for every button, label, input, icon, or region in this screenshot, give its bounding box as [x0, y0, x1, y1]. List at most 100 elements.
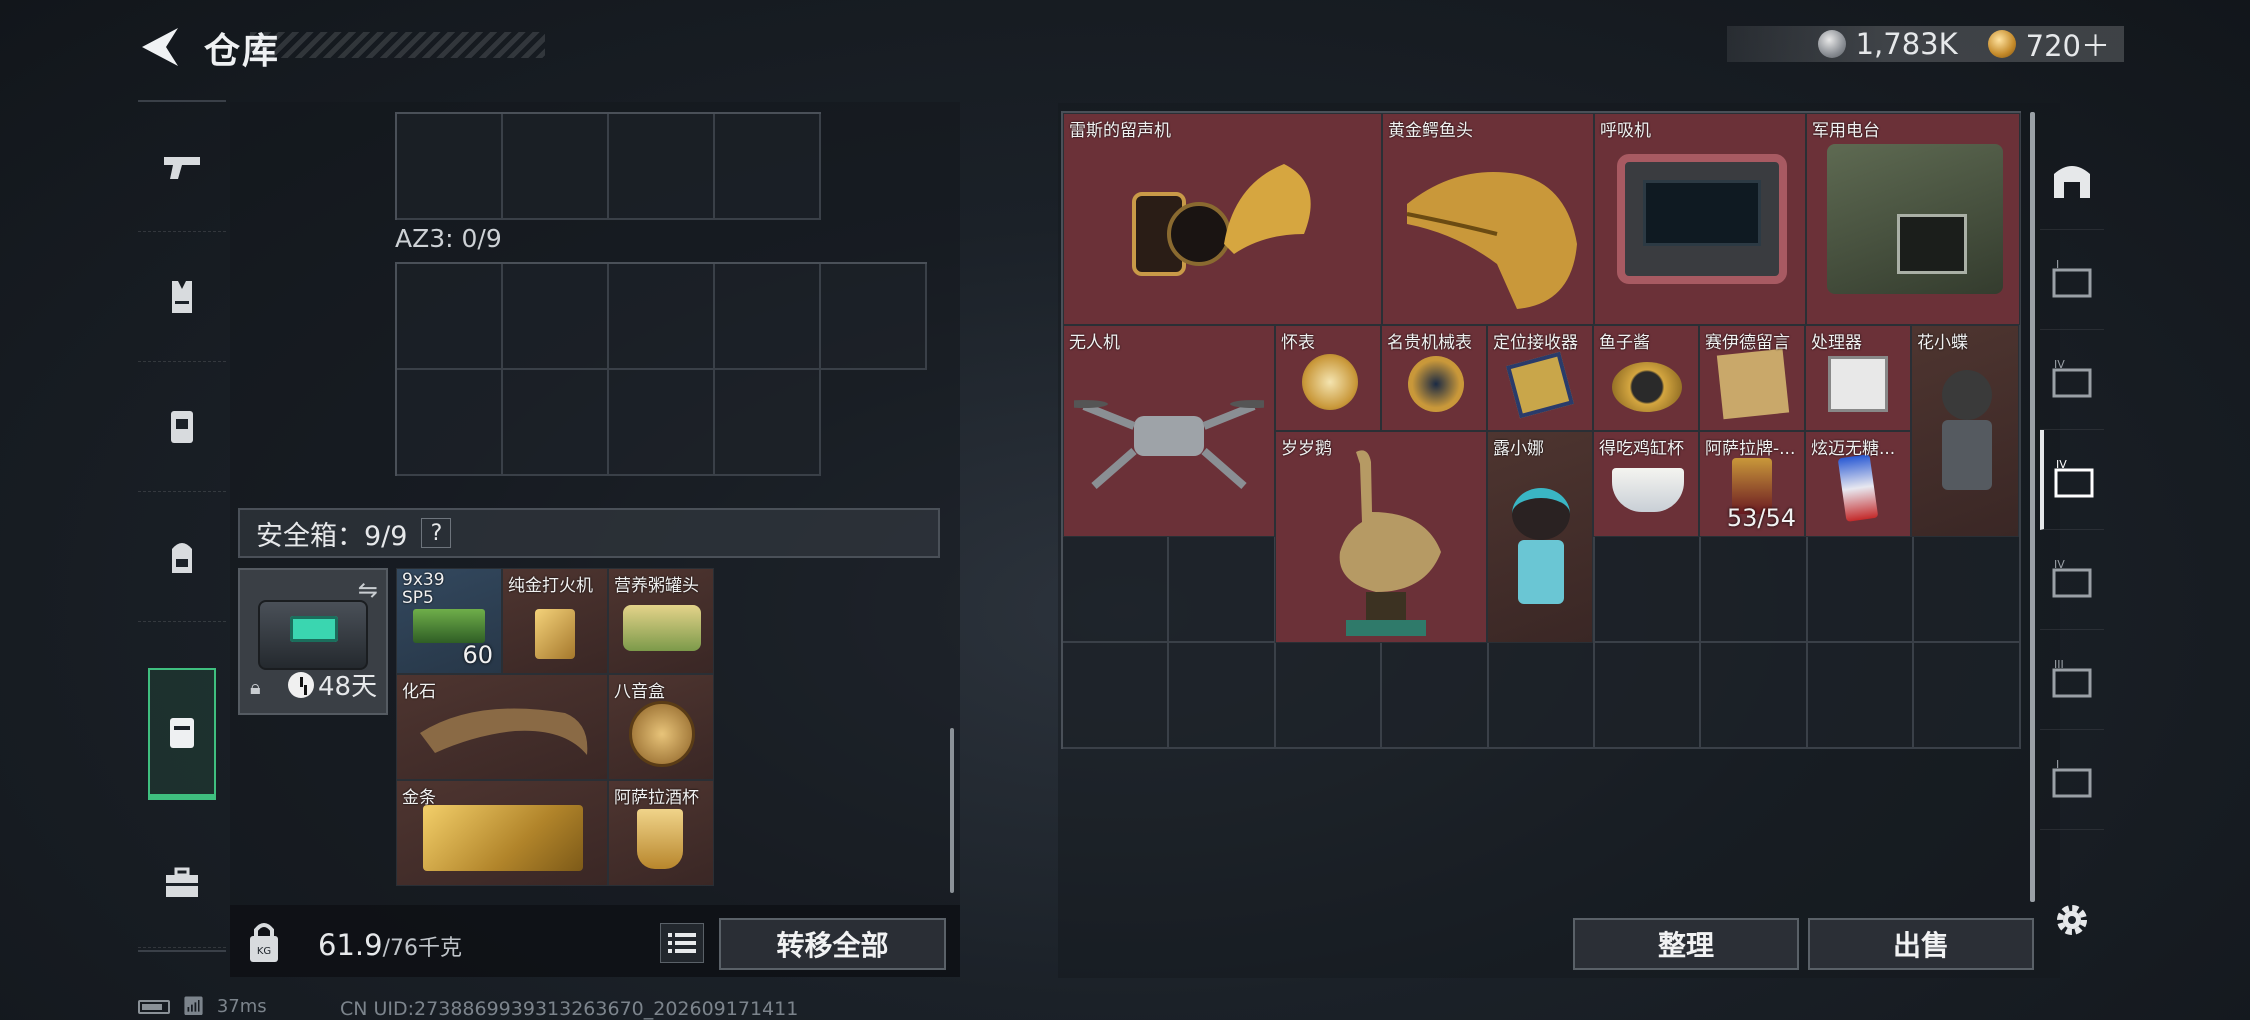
grid-cell[interactable]	[1169, 537, 1276, 643]
pocket-watch-image	[1302, 354, 1358, 410]
item-hua-xiaodie[interactable]: 花小蝶	[1911, 325, 2019, 537]
status-bar: 📶︎ 37ms	[138, 996, 267, 1017]
right-scrollbar[interactable]	[2030, 112, 2035, 902]
grid-cell[interactable]	[609, 114, 715, 220]
grid-cell[interactable]	[1275, 643, 1383, 749]
item-lu-xiaona[interactable]: 露小娜	[1487, 431, 1593, 643]
item-fossil[interactable]: 化石	[396, 674, 608, 780]
item-pocket-watch[interactable]: 怀表	[1275, 325, 1381, 431]
lock-icon: 🔒︎	[250, 675, 261, 699]
item-asala-card[interactable]: 阿萨拉牌-... 53/54	[1699, 431, 1805, 537]
processor-image	[1828, 356, 1888, 412]
container-grid-top[interactable]	[395, 112, 821, 220]
grid-cell[interactable]	[503, 370, 609, 476]
item-said-message[interactable]: 赛伊德留言	[1699, 325, 1805, 431]
stash-tab-3[interactable]: IV	[2040, 430, 2104, 530]
svg-text:I: I	[2056, 758, 2059, 771]
left-scrollbar[interactable]	[950, 728, 954, 893]
grid-cell[interactable]	[715, 370, 821, 476]
svg-text:KG: KG	[257, 946, 271, 957]
gear-icon	[2057, 905, 2087, 935]
grid-cell[interactable]	[821, 264, 927, 370]
item-chicken-cup[interactable]: 得吃鸡缸杯	[1593, 431, 1699, 537]
grid-cell[interactable]	[1063, 643, 1170, 749]
item-music-box[interactable]: 八音盒	[608, 674, 714, 780]
item-gramophone[interactable]: 雷斯的留声机	[1063, 113, 1382, 325]
item-xuanmai-gum[interactable]: 炫迈无糖...	[1805, 431, 1911, 537]
gold-balance[interactable]: 720＋	[2026, 23, 2110, 65]
battery-icon	[138, 999, 170, 1014]
grid-cell[interactable]	[715, 264, 821, 370]
item-name: 处理器	[1811, 333, 1862, 353]
left-category-nav	[138, 100, 226, 952]
case-icon	[170, 718, 194, 748]
grid-cell[interactable]	[397, 264, 503, 370]
tier-vi-stash-icon: I	[2052, 758, 2092, 797]
cup-image	[637, 809, 683, 869]
grid-cell[interactable]	[397, 114, 503, 220]
music-box-image	[629, 701, 695, 767]
grid-cell[interactable]	[1594, 643, 1702, 749]
grid-cell[interactable]	[715, 114, 821, 220]
item-military-radio[interactable]: 军用电台	[1806, 113, 2020, 325]
grid-cell[interactable]	[1914, 537, 2021, 643]
item-ammo-9x39[interactable]: 9x39 SP5 60	[396, 568, 502, 674]
nav-toolbox[interactable]	[138, 818, 226, 948]
grid-cell[interactable]	[609, 370, 715, 476]
grid-cell[interactable]	[503, 114, 609, 220]
nav-rig[interactable]	[138, 362, 226, 492]
grid-cell[interactable]	[1594, 537, 1702, 643]
item-caviar[interactable]: 鱼子酱	[1593, 325, 1699, 431]
sell-button[interactable]: 出售	[1808, 918, 2034, 970]
grid-cell[interactable]	[397, 370, 503, 476]
transfer-all-button[interactable]: 转移全部	[719, 918, 946, 970]
nav-weapons[interactable]	[138, 102, 226, 232]
stash-tab-main[interactable]	[2040, 130, 2104, 230]
item-gold-lighter[interactable]: 纯金打火机	[502, 568, 608, 674]
item-gps-receiver[interactable]: 定位接收器	[1487, 325, 1593, 431]
uid-text: CN UID:2738869939313263670_202609171411	[340, 998, 799, 1020]
grid-cell[interactable]	[1701, 537, 1808, 643]
stash-tab-5[interactable]: III	[2040, 630, 2104, 730]
item-name: 定位接收器	[1493, 333, 1578, 353]
safe-box-slot[interactable]: ⇋ 🔒︎ 48天	[238, 568, 388, 715]
item-name: 怀表	[1281, 333, 1315, 353]
grid-cell[interactable]	[1169, 643, 1276, 749]
parchment-image	[1716, 348, 1790, 420]
vest-icon	[172, 280, 192, 313]
item-asala-cup[interactable]: 阿萨拉酒杯	[608, 780, 714, 886]
grid-cell[interactable]	[1488, 643, 1595, 749]
grid-cell[interactable]	[503, 264, 609, 370]
az3-grid[interactable]	[395, 262, 927, 476]
help-button[interactable]: ?	[421, 518, 452, 548]
item-golden-crocodile-head[interactable]: 黄金鳄鱼头	[1382, 113, 1594, 325]
item-drone[interactable]: 无人机	[1063, 325, 1275, 537]
item-luxury-watch[interactable]: 名贵机械表	[1381, 325, 1487, 431]
stash-tab-2[interactable]: IV	[2040, 330, 2104, 430]
stash-tab-1[interactable]: I	[2040, 230, 2104, 330]
settings-button[interactable]	[2052, 900, 2092, 940]
back-button[interactable]	[138, 26, 180, 68]
nav-safe-box[interactable]	[148, 668, 216, 800]
item-processor[interactable]: 处理器	[1805, 325, 1911, 431]
grid-cell[interactable]	[609, 264, 715, 370]
stash-tab-4[interactable]: IV	[2040, 530, 2104, 630]
grid-cell[interactable]	[1063, 537, 1170, 643]
item-gold-bar[interactable]: 金条	[396, 780, 608, 886]
grid-cell[interactable]	[1914, 643, 2021, 749]
item-porridge-can[interactable]: 营养粥罐头	[608, 568, 714, 674]
grid-cell[interactable]	[1701, 643, 1808, 749]
grid-cell[interactable]	[1807, 643, 1915, 749]
item-suisui-goose[interactable]: 岁岁鹅	[1275, 431, 1487, 643]
nav-armor[interactable]	[138, 232, 226, 362]
sort-button[interactable]: 整理	[1573, 918, 1799, 970]
tier-v-stash-icon: III	[2052, 658, 2092, 697]
grid-cell[interactable]	[1807, 537, 1915, 643]
item-ventilator[interactable]: 呼吸机	[1594, 113, 1806, 325]
swap-icon[interactable]: ⇋	[358, 576, 378, 604]
nav-backpack[interactable]	[138, 492, 226, 622]
grid-cell[interactable]	[1382, 643, 1489, 749]
stash-tab-6[interactable]: I	[2040, 730, 2104, 830]
svg-text:IV: IV	[2056, 458, 2067, 471]
list-view-button[interactable]	[660, 923, 704, 963]
